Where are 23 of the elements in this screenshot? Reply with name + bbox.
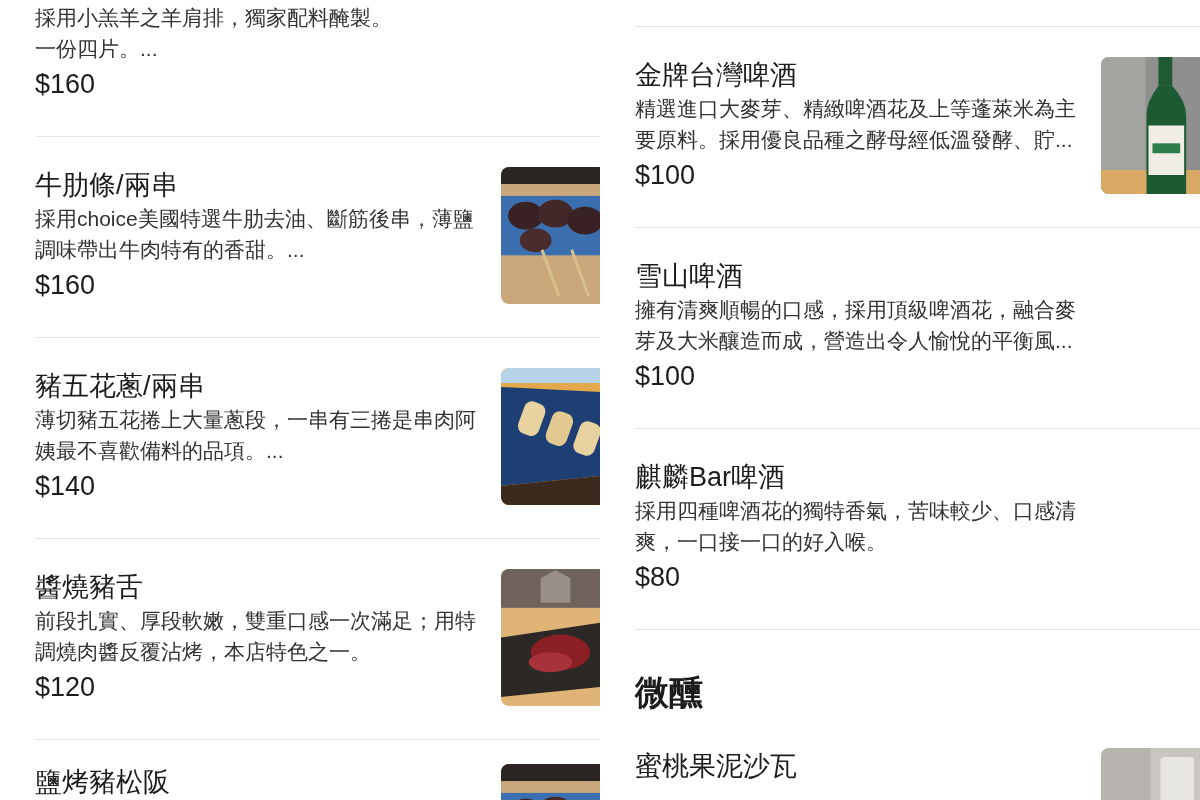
item-description: 採用四種啤酒花的獨特香氣，苦味較少、口感清 爽，一口接一口的好入喉。	[635, 498, 1077, 555]
item-title[interactable]: 金牌台灣啤酒	[635, 57, 1101, 93]
item-price: $100	[635, 360, 697, 393]
item-price: $120	[35, 671, 97, 704]
section-heading: 微醺	[635, 672, 704, 712]
item-description: 前段扎實、厚段軟嫩，雙重口感一次滿足；用特 調燒肉醬反覆沾烤，本店特色之一。	[35, 608, 477, 665]
item-title[interactable]: 雪山啤酒	[635, 258, 1200, 294]
item-price: $160	[35, 269, 97, 302]
item-description: 採用choice美國特選牛肋去油、斷筋後串，薄鹽 調味帶出牛肉特有的香甜。...	[35, 206, 475, 263]
item-title[interactable]: 鹽烤豬松阪	[35, 764, 501, 800]
item-description: 薄切豬五花捲上大量蔥段，一串有三捲是串肉阿 姨最不喜歡備料的品項。...	[35, 407, 477, 464]
item-description: 精選進口大麥芽、精緻啤酒花及上等蓬萊米為主 要原料。採用優良品種之酵母經低溫發酵、貯...	[635, 96, 1077, 153]
item-title[interactable]: 麒麟Bar啤酒	[635, 459, 1200, 495]
item-price: $140	[35, 470, 97, 503]
item-price: $160	[35, 68, 97, 101]
item-price: $100	[635, 159, 697, 192]
item-description: 擁有清爽順暢的口感，採用頂級啤酒花，融合麥 芽及大米釀造而成，營造出令人愉悅的平衡風...	[635, 297, 1077, 354]
item-title[interactable]: 醬燒豬舌	[35, 569, 501, 605]
item-description: 採用小羔羊之羊肩排，獨家配料醃製。 一份四片。...	[35, 5, 393, 62]
item-title[interactable]: 牛肋條/兩串	[35, 167, 501, 203]
item-title[interactable]: 豬五花蔥/兩串	[35, 368, 501, 404]
item-price: $80	[635, 561, 682, 594]
item-title[interactable]: 蜜桃果泥沙瓦	[635, 748, 1101, 784]
